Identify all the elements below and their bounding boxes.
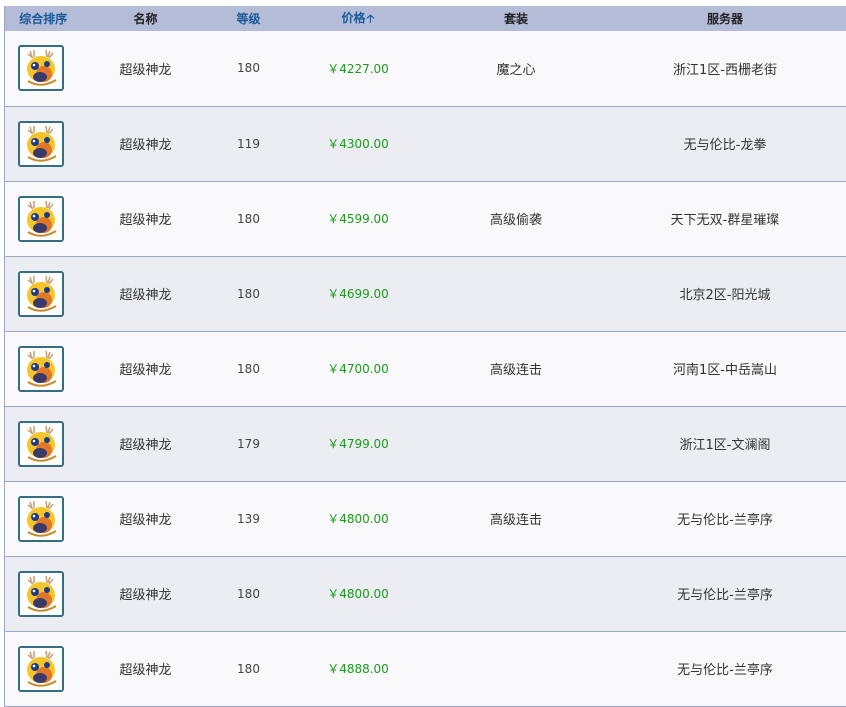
pet-name[interactable]: 超级神龙 (82, 556, 210, 631)
pet-server: 浙江1区-文澜阁 (604, 406, 846, 481)
column-header-server: 服务器 (604, 6, 846, 31)
dragon-pet-icon-graphic (20, 648, 62, 690)
table-row[interactable]: 超级神龙 180 ￥4599.00 高级偷袭 天下无双-群星璀璨 (5, 181, 846, 256)
pet-price: ￥4227.00 (288, 31, 429, 106)
table-header: 综合排序 名称 等级 价格🡡 套装 服务器 (5, 6, 846, 31)
pet-server: 无与伦比-龙拳 (604, 106, 846, 181)
pet-price: ￥4888.00 (288, 631, 429, 706)
pet-level: 180 (210, 31, 288, 106)
pet-suit: 高级偷袭 (429, 181, 604, 256)
pet-name[interactable]: 超级神龙 (82, 181, 210, 256)
sort-default-link[interactable]: 综合排序 (5, 6, 82, 31)
pet-suit (429, 406, 604, 481)
pet-suit (429, 631, 604, 706)
pet-price: ￥4800.00 (288, 481, 429, 556)
sort-level-link[interactable]: 等级 (210, 6, 288, 31)
dragon-pet-icon-graphic (20, 423, 62, 465)
pet-server: 无与伦比-兰亭序 (604, 556, 846, 631)
pet-suit: 魔之心 (429, 31, 604, 106)
pet-name[interactable]: 超级神龙 (82, 256, 210, 331)
dragon-pet-icon[interactable] (18, 45, 64, 91)
pet-icon-cell (5, 406, 82, 481)
dragon-pet-icon[interactable] (18, 346, 64, 392)
price-header-label: 价格 (342, 11, 366, 25)
pet-price: ￥4700.00 (288, 331, 429, 406)
table-row[interactable]: 超级神龙 180 ￥4800.00 无与伦比-兰亭序 (5, 556, 846, 631)
pet-icon-cell (5, 181, 82, 256)
table-row[interactable]: 超级神龙 179 ￥4799.00 浙江1区-文澜阁 (5, 406, 846, 481)
dragon-pet-icon[interactable] (18, 571, 64, 617)
dragon-pet-icon-graphic (20, 47, 62, 89)
pet-name[interactable]: 超级神龙 (82, 331, 210, 406)
table-row[interactable]: 超级神龙 180 ￥4227.00 魔之心 浙江1区-西栅老街 (5, 31, 846, 106)
pet-server: 浙江1区-西栅老街 (604, 31, 846, 106)
pet-listing-table: 综合排序 名称 等级 价格🡡 套装 服务器 (4, 6, 846, 707)
pet-price: ￥4799.00 (288, 406, 429, 481)
dragon-pet-icon-graphic (20, 273, 62, 315)
pet-name[interactable]: 超级神龙 (82, 631, 210, 706)
pet-server: 天下无双-群星璀璨 (604, 181, 846, 256)
dragon-pet-icon-graphic (20, 348, 62, 390)
pet-price: ￥4599.00 (288, 181, 429, 256)
dragon-pet-icon[interactable] (18, 646, 64, 692)
pet-server: 无与伦比-兰亭序 (604, 481, 846, 556)
column-header-suit: 套装 (429, 6, 604, 31)
pet-server: 北京2区-阳光城 (604, 256, 846, 331)
pet-level: 180 (210, 631, 288, 706)
dragon-pet-icon-graphic (20, 198, 62, 240)
pet-suit: 高级连击 (429, 481, 604, 556)
sort-price-link[interactable]: 价格🡡 (288, 6, 429, 31)
pet-level: 119 (210, 106, 288, 181)
pet-name[interactable]: 超级神龙 (82, 31, 210, 106)
table-row[interactable]: 超级神龙 139 ￥4800.00 高级连击 无与伦比-兰亭序 (5, 481, 846, 556)
pet-level: 179 (210, 406, 288, 481)
pet-suit (429, 106, 604, 181)
dragon-pet-icon-graphic (20, 573, 62, 615)
table-row[interactable]: 超级神龙 180 ￥4699.00 北京2区-阳光城 (5, 256, 846, 331)
pet-icon-cell (5, 106, 82, 181)
pet-name[interactable]: 超级神龙 (82, 481, 210, 556)
dragon-pet-icon-graphic (20, 123, 62, 165)
table-body: 超级神龙 180 ￥4227.00 魔之心 浙江1区-西栅老街 (5, 31, 846, 706)
dragon-pet-icon[interactable] (18, 196, 64, 242)
pet-server: 河南1区-中岳嵩山 (604, 331, 846, 406)
dragon-pet-icon-graphic (20, 498, 62, 540)
arrow-up-icon: 🡡 (367, 12, 375, 25)
pet-icon-cell (5, 256, 82, 331)
pet-server: 无与伦比-兰亭序 (604, 631, 846, 706)
pet-price: ￥4800.00 (288, 556, 429, 631)
dragon-pet-icon[interactable] (18, 121, 64, 167)
pet-price: ￥4699.00 (288, 256, 429, 331)
pet-level: 180 (210, 331, 288, 406)
pet-level: 180 (210, 181, 288, 256)
pet-level: 180 (210, 556, 288, 631)
pet-name[interactable]: 超级神龙 (82, 106, 210, 181)
pet-suit (429, 256, 604, 331)
pet-icon-cell (5, 31, 82, 106)
pet-icon-cell (5, 331, 82, 406)
table-row[interactable]: 超级神龙 119 ￥4300.00 无与伦比-龙拳 (5, 106, 846, 181)
pet-icon-cell (5, 631, 82, 706)
listing-page: 综合排序 名称 等级 价格🡡 套装 服务器 (0, 0, 846, 700)
dragon-pet-icon[interactable] (18, 496, 64, 542)
table-row[interactable]: 超级神龙 180 ￥4888.00 无与伦比-兰亭序 (5, 631, 846, 706)
dragon-pet-icon[interactable] (18, 271, 64, 317)
pet-name[interactable]: 超级神龙 (82, 406, 210, 481)
table-row[interactable]: 超级神龙 180 ￥4700.00 高级连击 河南1区-中岳嵩山 (5, 331, 846, 406)
pet-price: ￥4300.00 (288, 106, 429, 181)
column-header-name: 名称 (82, 6, 210, 31)
pet-suit: 高级连击 (429, 331, 604, 406)
pet-level: 139 (210, 481, 288, 556)
pet-icon-cell (5, 481, 82, 556)
dragon-pet-icon[interactable] (18, 421, 64, 467)
pet-level: 180 (210, 256, 288, 331)
pet-suit (429, 556, 604, 631)
pet-icon-cell (5, 556, 82, 631)
